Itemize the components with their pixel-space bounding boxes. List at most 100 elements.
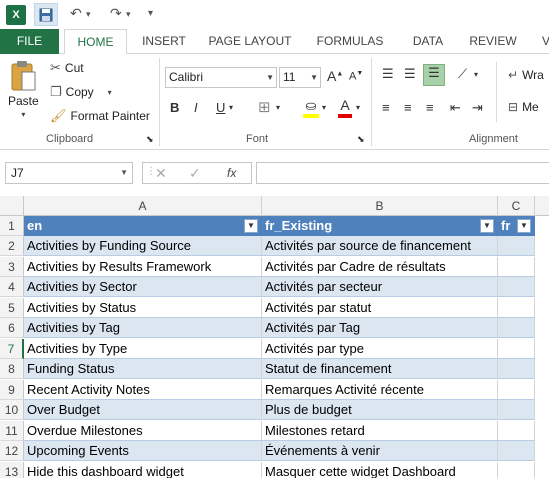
table-cell-en[interactable]: Activities by Type xyxy=(24,338,262,359)
table-cell-en[interactable]: Activities by Sector xyxy=(24,277,262,297)
underline-button[interactable]: U xyxy=(216,100,225,115)
tab-data[interactable]: DATA xyxy=(400,29,456,54)
fill-color-button[interactable]: ⛀ xyxy=(302,98,320,118)
orientation-dropdown-icon[interactable]: ▾ xyxy=(474,70,478,79)
column-header-c[interactable]: C xyxy=(498,196,535,216)
decrease-indent-icon[interactable]: ⇤ xyxy=(450,100,461,116)
column-header-b[interactable]: B xyxy=(262,196,498,216)
row-header[interactable]: 4 xyxy=(0,277,24,297)
save-button[interactable] xyxy=(34,3,58,26)
undo-icon[interactable]: ↶ xyxy=(70,5,82,22)
row-header[interactable]: 6 xyxy=(0,318,24,338)
font-color-button[interactable]: A xyxy=(338,97,352,118)
tab-review[interactable]: REVIEW xyxy=(462,29,524,54)
cut-button[interactable]: ✂ Cut xyxy=(50,60,84,76)
table-cell-fr[interactable] xyxy=(498,400,535,420)
copy-button[interactable]: ❐ Copy ▾ xyxy=(50,84,112,100)
header-cell-en[interactable]: en ▼ xyxy=(24,216,262,236)
table-cell-fr[interactable] xyxy=(498,461,535,478)
align-top-icon[interactable]: ☰ xyxy=(382,66,394,82)
paste-button[interactable]: Paste ▾ xyxy=(8,60,39,119)
font-launcher-icon[interactable]: ⬊ xyxy=(357,134,365,145)
table-cell-fr-existing[interactable]: Activités par type xyxy=(262,338,498,359)
table-cell-en[interactable]: Upcoming Events xyxy=(24,441,262,461)
redo-icon[interactable]: ↷ xyxy=(110,5,122,22)
copy-dropdown-icon[interactable]: ▾ xyxy=(108,88,112,97)
select-all-corner[interactable] xyxy=(0,196,24,216)
table-cell-fr-existing[interactable]: Activités par statut xyxy=(262,297,498,318)
table-cell-en[interactable]: Over Budget xyxy=(24,400,262,420)
table-cell-en[interactable]: Activities by Tag xyxy=(24,318,262,338)
table-cell-en[interactable]: Hide this dashboard widget xyxy=(24,461,262,478)
redo-dropdown-icon[interactable]: ▾ xyxy=(126,9,131,20)
font-color-dropdown-icon[interactable]: ▾ xyxy=(356,103,360,112)
table-cell-fr[interactable] xyxy=(498,256,535,277)
table-cell-fr-existing[interactable]: Plus de budget xyxy=(262,400,498,420)
tab-file[interactable]: FILE xyxy=(0,29,59,54)
borders-icon[interactable]: ⊞ xyxy=(258,98,271,116)
row-header[interactable]: 10 xyxy=(0,400,24,420)
bold-button[interactable]: B xyxy=(170,100,179,115)
table-cell-fr-existing[interactable]: Activités par secteur xyxy=(262,277,498,297)
table-cell-en[interactable]: Overdue Milestones xyxy=(24,420,262,441)
enter-icon[interactable]: ✓ xyxy=(189,165,201,182)
align-bottom-icon[interactable]: ☰ xyxy=(423,64,445,86)
header-cell-fr-existing[interactable]: fr_Existing ▼ xyxy=(262,216,498,236)
tab-page-layout[interactable]: PAGE LAYOUT xyxy=(200,29,300,54)
wrap-text-button[interactable]: ↵ Wra xyxy=(508,68,544,82)
table-cell-fr[interactable] xyxy=(498,379,535,400)
table-cell-en[interactable]: Recent Activity Notes xyxy=(24,379,262,400)
table-cell-fr-existing[interactable]: Événements à venir xyxy=(262,441,498,461)
insert-function-icon[interactable]: fx xyxy=(227,166,236,180)
customize-qat-icon[interactable]: ▾ xyxy=(148,8,153,19)
table-cell-fr[interactable] xyxy=(498,338,535,359)
merge-center-button[interactable]: ⊟ Me xyxy=(508,100,539,114)
table-cell-en[interactable]: Activities by Funding Source xyxy=(24,236,262,256)
row-header[interactable]: 3 xyxy=(0,256,24,277)
format-painter-button[interactable]: 🖌 Format Painter xyxy=(50,108,150,124)
row-header[interactable]: 1 xyxy=(0,216,24,236)
tab-home[interactable]: HOME xyxy=(64,29,127,55)
align-right-icon[interactable]: ≡ xyxy=(426,100,434,115)
column-header-a[interactable]: A xyxy=(24,196,262,216)
table-cell-fr-existing[interactable]: Activités par Cadre de résultats xyxy=(262,256,498,277)
paste-dropdown-icon[interactable]: ▾ xyxy=(21,110,25,119)
table-cell-fr[interactable] xyxy=(498,318,535,338)
table-cell-fr[interactable] xyxy=(498,359,535,379)
table-cell-en[interactable]: Funding Status xyxy=(24,359,262,379)
fill-color-dropdown-icon[interactable]: ▾ xyxy=(322,103,326,112)
tab-view[interactable]: V xyxy=(536,29,549,54)
grow-font-button[interactable]: A▲ xyxy=(327,68,343,84)
align-middle-icon[interactable]: ☰ xyxy=(404,66,416,82)
row-header[interactable]: 7 xyxy=(0,338,24,359)
orientation-icon[interactable]: ⟋ xyxy=(458,66,467,82)
table-cell-fr[interactable] xyxy=(498,297,535,318)
formula-input[interactable] xyxy=(256,162,549,184)
tab-insert[interactable]: INSERT xyxy=(135,29,193,54)
table-cell-en[interactable]: Activities by Results Framework xyxy=(24,256,262,277)
table-cell-fr[interactable] xyxy=(498,236,535,256)
column-header-d[interactable] xyxy=(535,196,549,216)
clipboard-launcher-icon[interactable]: ⬊ xyxy=(146,134,154,145)
undo-dropdown-icon[interactable]: ▾ xyxy=(86,9,91,20)
table-cell-fr[interactable] xyxy=(498,420,535,441)
row-header[interactable]: 12 xyxy=(0,441,24,461)
font-size-select[interactable]: 11 ▼ xyxy=(279,67,321,88)
table-cell-fr-existing[interactable]: Activités par Tag xyxy=(262,318,498,338)
row-header[interactable]: 2 xyxy=(0,236,24,256)
row-header[interactable]: 11 xyxy=(0,420,24,441)
table-cell-fr-existing[interactable]: Activités par source de financement xyxy=(262,236,498,256)
row-header[interactable]: 13 xyxy=(0,461,24,478)
row-header[interactable]: 8 xyxy=(0,359,24,379)
cancel-icon[interactable]: ✕ xyxy=(155,165,167,182)
filter-dropdown-icon[interactable]: ▼ xyxy=(244,219,258,233)
name-box[interactable]: J7 ▼ xyxy=(5,162,133,184)
borders-dropdown-icon[interactable]: ▾ xyxy=(276,103,280,112)
table-cell-fr-existing[interactable]: Milestones retard xyxy=(262,420,498,441)
table-cell-fr[interactable] xyxy=(498,441,535,461)
row-header[interactable]: 9 xyxy=(0,379,24,400)
filter-dropdown-icon[interactable]: ▼ xyxy=(480,219,494,233)
table-cell-fr-existing[interactable]: Masquer cette widget Dashboard xyxy=(262,461,498,478)
font-name-select[interactable]: Calibri ▼ xyxy=(165,67,277,88)
table-cell-fr-existing[interactable]: Statut de financement xyxy=(262,359,498,379)
